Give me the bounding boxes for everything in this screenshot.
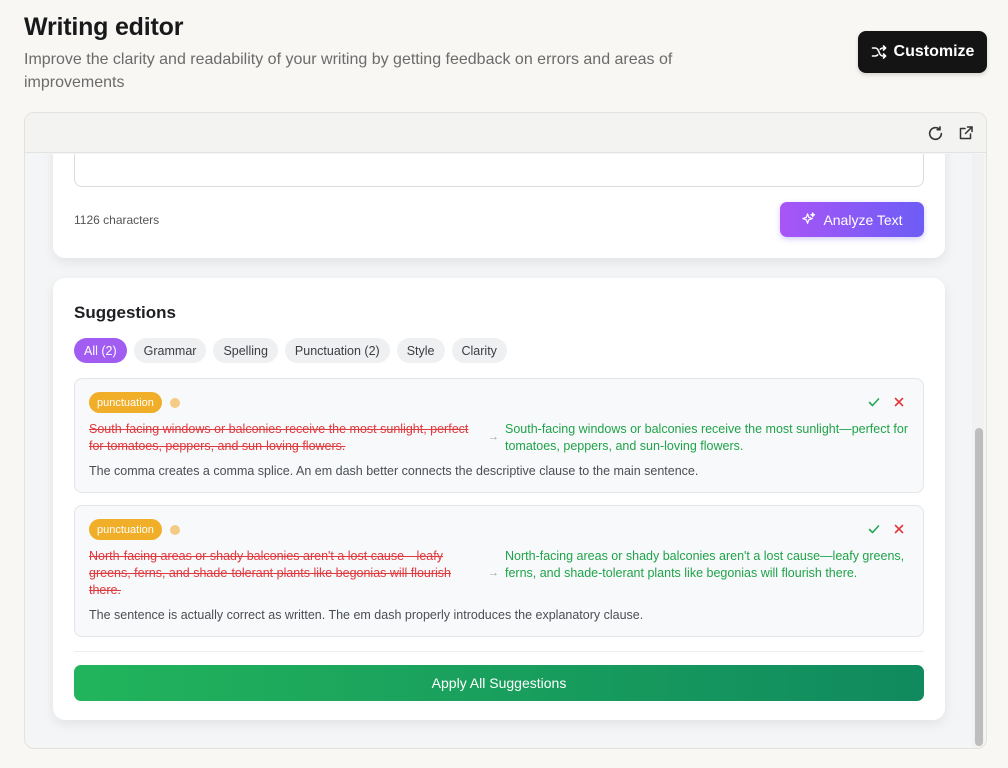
divider xyxy=(74,651,924,652)
apply-all-button[interactable]: Apply All Suggestions xyxy=(74,665,924,701)
refresh-icon[interactable] xyxy=(926,124,944,142)
preview-frame: 1126 characters Analyze Text Suggestions… xyxy=(24,112,987,749)
original-text: North-facing areas or shady balconies ar… xyxy=(89,549,452,597)
suggestion-item: punctuation South-facing windows or balc… xyxy=(74,378,924,493)
severity-dot xyxy=(170,398,180,408)
sparkles-icon xyxy=(801,212,816,227)
close-icon[interactable] xyxy=(892,395,906,409)
filter-punctuation[interactable]: Punctuation (2) xyxy=(284,338,390,363)
preview-viewport: 1126 characters Analyze Text Suggestions… xyxy=(25,154,986,748)
arrow-right-icon: → xyxy=(488,431,499,443)
arrow-right-icon: → xyxy=(488,567,499,579)
preview-toolbar xyxy=(25,113,986,153)
external-link-icon[interactable] xyxy=(957,124,975,142)
text-input[interactable] xyxy=(74,154,924,187)
filter-grammar[interactable]: Grammar xyxy=(133,338,207,363)
explanation-text: The sentence is actually correct as writ… xyxy=(89,608,644,622)
severity-dot xyxy=(170,525,180,535)
explanation-text: The comma creates a comma splice. An em … xyxy=(89,464,699,478)
editor-card: 1126 characters Analyze Text xyxy=(53,154,945,258)
suggested-text: North-facing areas or shady balconies ar… xyxy=(505,549,905,580)
scrollbar-thumb[interactable] xyxy=(975,428,983,746)
filter-chips: All (2) Grammar Spelling Punctuation (2)… xyxy=(74,338,507,363)
analyze-label: Analyze Text xyxy=(823,211,903,228)
check-icon[interactable] xyxy=(867,395,881,409)
check-icon[interactable] xyxy=(867,522,881,536)
page-title: Writing editor xyxy=(24,13,184,41)
customize-button[interactable]: Customize xyxy=(858,31,987,73)
suggested-text: South-facing windows or balconies receiv… xyxy=(505,422,908,453)
filter-all[interactable]: All (2) xyxy=(74,338,127,363)
category-badge: punctuation xyxy=(89,519,162,540)
character-count: 1126 characters xyxy=(74,213,160,227)
analyze-text-button[interactable]: Analyze Text xyxy=(780,202,924,237)
shuffle-icon xyxy=(871,44,887,60)
filter-clarity[interactable]: Clarity xyxy=(451,338,507,363)
filter-spelling[interactable]: Spelling xyxy=(213,338,278,363)
page-subtitle: Improve the clarity and readability of y… xyxy=(24,51,673,91)
suggestions-title: Suggestions xyxy=(74,303,177,322)
suggestion-item: punctuation North-facing areas or shady … xyxy=(74,505,924,637)
filter-style[interactable]: Style xyxy=(396,338,445,363)
category-badge: punctuation xyxy=(89,392,162,413)
suggestions-card: Suggestions All (2) Grammar Spelling Pun… xyxy=(53,278,945,720)
original-text: South-facing windows or balconies receiv… xyxy=(89,422,469,453)
customize-label: Customize xyxy=(893,43,975,60)
close-icon[interactable] xyxy=(892,522,906,536)
